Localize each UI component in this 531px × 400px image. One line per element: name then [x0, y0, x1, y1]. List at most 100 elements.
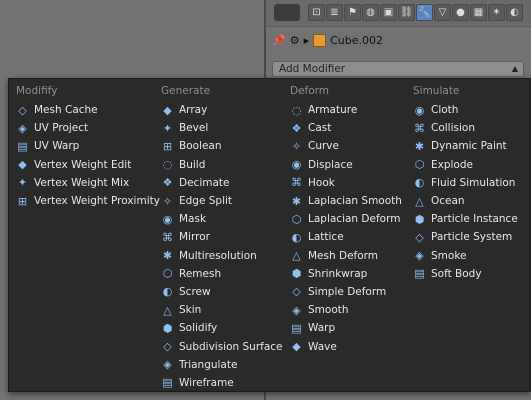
explode-icon: ⬡: [414, 158, 425, 172]
menu-item-cast[interactable]: ❖ Cast: [290, 119, 402, 137]
menu-item-uv-project[interactable]: ◈ UV Project: [16, 119, 160, 137]
menu-item-label: Build: [179, 158, 206, 171]
smooth-icon: ◈: [292, 303, 301, 317]
menu-item-subdivision-surface[interactable]: ◇ Subdivision Surface: [161, 337, 282, 355]
menu-item-mask[interactable]: ◉ Mask: [161, 210, 283, 228]
simple-deform-icon: ◇: [292, 285, 301, 299]
menu-item-cloth[interactable]: ◉ Cloth: [413, 101, 518, 119]
render-tab[interactable]: ⊡: [308, 4, 325, 21]
vertex-weight-proximity-icon: ⊞: [17, 194, 28, 208]
menu-item-solidify[interactable]: ⬢ Solidify: [161, 319, 283, 337]
menu-item-label: Ocean: [431, 195, 465, 208]
menu-item-wireframe[interactable]: ▤ Wireframe: [161, 374, 283, 392]
object-tab[interactable]: ▣: [380, 4, 397, 21]
menu-item-label: Hook: [308, 176, 335, 189]
menu-item-particle-instance[interactable]: ⬢ Particle Instance: [413, 210, 518, 228]
menu-item-laplacian-deform[interactable]: ⬡ Laplacian Deform: [290, 210, 402, 228]
menu-item-ocean[interactable]: △ Ocean: [413, 192, 518, 210]
array-icon: ◆: [163, 103, 172, 117]
dynamic-paint-icon: ✱: [414, 139, 425, 153]
menu-item-label: Armature: [308, 104, 358, 117]
menu-item-hook[interactable]: ⌘ Hook: [290, 174, 402, 192]
modifiers-icon: 🔧: [418, 7, 431, 18]
render-icon: ⊡: [312, 7, 321, 18]
menu-column-heading: Generate: [161, 85, 211, 97]
mesh-deform-icon: △: [292, 249, 301, 263]
remesh-icon: ⬡: [162, 267, 173, 281]
bevel-icon: ✦: [162, 121, 173, 135]
soft-body-icon: ▤: [414, 267, 425, 281]
curve-icon: ✧: [291, 139, 302, 153]
menu-item-label: Smoke: [431, 249, 467, 262]
menu-item-array[interactable]: ◆ Array: [161, 101, 283, 119]
menu-item-collision[interactable]: ⌘ Collision: [413, 119, 518, 137]
menu-item-fluid-simulation[interactable]: ◐ Fluid Simulation: [413, 174, 518, 192]
particles-icon: ✶: [492, 7, 501, 18]
menu-item-label: Lattice: [308, 231, 344, 244]
hook-icon: ⌘: [291, 176, 302, 190]
menu-item-curve[interactable]: ✧ Curve: [290, 137, 402, 155]
menu-item-label: Screw: [179, 285, 211, 298]
modifiers-tab[interactable]: 🔧: [416, 4, 433, 21]
menu-item-smoke[interactable]: ◈ Smoke: [413, 247, 518, 265]
menu-item-remesh[interactable]: ⬡ Remesh: [161, 265, 283, 283]
menu-item-build[interactable]: ◌ Build: [161, 156, 283, 174]
menu-item-vertex-weight-edit[interactable]: ◆ Vertex Weight Edit: [16, 156, 160, 174]
menu-item-boolean[interactable]: ⊞ Boolean: [161, 137, 283, 155]
menu-item-screw[interactable]: ◐ Screw: [161, 283, 283, 301]
menu-item-laplacian-smooth[interactable]: ✱ Laplacian Smooth: [290, 192, 402, 210]
scene-icon: ⚑: [348, 7, 357, 18]
material-icon: ●: [456, 7, 465, 18]
laplacian-deform-icon: ⬡: [291, 212, 302, 226]
material-tab[interactable]: ●: [452, 4, 469, 21]
menu-item-label: Edge Split: [179, 195, 233, 208]
scene-tab[interactable]: ⚑: [344, 4, 361, 21]
menu-item-mirror[interactable]: ⌘ Mirror: [161, 228, 283, 246]
object-name: Cube.002: [330, 33, 384, 47]
armature-icon: ◌: [291, 103, 302, 117]
constraints-tab[interactable]: ⛓: [398, 4, 415, 21]
displace-icon: ◉: [291, 158, 302, 172]
render-layers-tab[interactable]: ≣: [326, 4, 343, 21]
menu-item-lattice[interactable]: ◐ Lattice: [290, 228, 402, 246]
breadcrumb: 📌 ⚙ ▸ Cube.002: [272, 32, 383, 48]
menu-item-vertex-weight-mix[interactable]: ✦ Vertex Weight Mix: [16, 174, 160, 192]
chevron-right-icon: ▸: [303, 33, 310, 47]
menu-item-simple-deform[interactable]: ◇ Simple Deform: [290, 283, 402, 301]
menu-item-decimate[interactable]: ❖ Decimate: [161, 174, 283, 192]
texture-tab[interactable]: ▦: [470, 4, 487, 21]
menu-item-multiresolution[interactable]: ✱ Multiresolution: [161, 247, 283, 265]
menu-item-armature[interactable]: ◌ Armature: [290, 101, 402, 119]
menu-item-smooth[interactable]: ◈ Smooth: [290, 301, 402, 319]
menu-item-label: Cloth: [431, 104, 459, 117]
menu-item-dynamic-paint[interactable]: ✱ Dynamic Paint: [413, 137, 518, 155]
world-tab[interactable]: ◍: [362, 4, 379, 21]
menu-item-edge-split[interactable]: ✧ Edge Split: [161, 192, 283, 210]
menu-item-bevel[interactable]: ✦ Bevel: [161, 119, 283, 137]
menu-item-particle-system[interactable]: ◇ Particle System: [413, 228, 518, 246]
menu-item-label: Wireframe: [179, 376, 234, 389]
edge-split-icon: ✧: [162, 194, 173, 208]
context-tabs: ⊡ ≣ ⚑ ◍ ▣ ⛓ 🔧 ▽ ● ▦ ✶ ◐: [308, 4, 524, 22]
menu-item-shrinkwrap[interactable]: ⬢ Shrinkwrap: [290, 265, 402, 283]
menu-item-mesh-cache[interactable]: ◇ Mesh Cache: [16, 101, 160, 119]
menu-item-explode[interactable]: ⬡ Explode: [413, 156, 518, 174]
pin-icon[interactable]: 📌: [272, 34, 286, 47]
object-icon: ▣: [383, 7, 394, 18]
menu-item-vertex-weight-proximity[interactable]: ⊞ Vertex Weight Proximity: [16, 192, 160, 210]
menu-item-wave[interactable]: ◆ Wave: [290, 337, 402, 355]
menu-item-mesh-deform[interactable]: △ Mesh Deform: [290, 247, 402, 265]
menu-item-triangulate[interactable]: ◈ Triangulate: [161, 356, 283, 374]
menu-item-label: UV Project: [34, 122, 89, 135]
physics-tab[interactable]: ◐: [506, 4, 523, 21]
menu-item-warp[interactable]: ▤ Warp: [290, 319, 402, 337]
editor-type-button[interactable]: [274, 4, 300, 21]
mirror-icon: ⌘: [162, 230, 173, 244]
particles-tab[interactable]: ✶: [488, 4, 505, 21]
data-tab[interactable]: ▽: [434, 4, 451, 21]
add-modifier-dropdown[interactable]: Add Modifier ▲▼: [272, 61, 524, 87]
menu-item-soft-body[interactable]: ▤ Soft Body: [413, 265, 518, 283]
menu-item-displace[interactable]: ◉ Displace: [290, 156, 402, 174]
menu-item-uv-warp[interactable]: ▤ UV Warp: [16, 137, 160, 155]
menu-item-skin[interactable]: △ Skin: [161, 301, 283, 319]
